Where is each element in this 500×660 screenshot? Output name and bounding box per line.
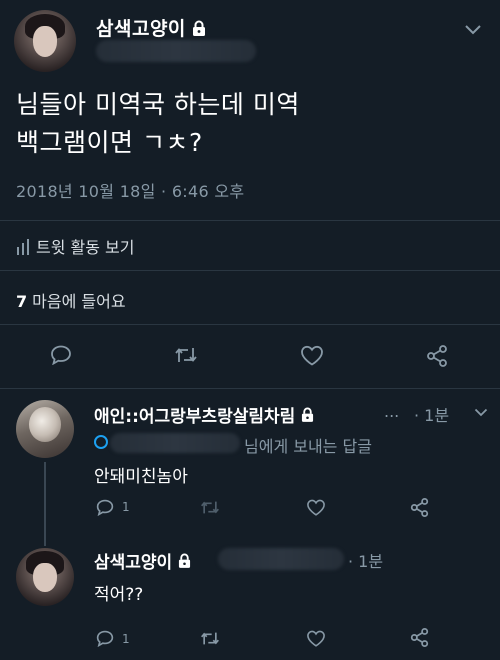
chevron-down-icon[interactable]: [474, 408, 488, 417]
share-icon[interactable]: [410, 628, 429, 647]
reply-text: 안돼미친놈아: [94, 467, 188, 487]
divider: [0, 270, 500, 271]
reply-handle-redacted: [218, 548, 344, 570]
tweet-text: 님들아 미역국 하는데 미역 백그램이면 ㄱㅊ?: [16, 86, 486, 162]
reply-to-handle-redacted: [110, 433, 240, 453]
reply-author-display-name: 삼색고양이: [94, 553, 173, 573]
tweet-text-line: 백그램이면 ㄱㅊ?: [16, 128, 203, 157]
tweet-timestamp[interactable]: 2018년 10월 18일 · 6:46 오후: [16, 178, 244, 202]
author-display-name[interactable]: 삼색고양이: [96, 18, 186, 40]
reply-icon[interactable]: [50, 345, 72, 365]
heart-icon[interactable]: [306, 499, 326, 516]
likes-count: 7: [16, 292, 28, 311]
author-name[interactable]: 삼색고양이: [96, 14, 206, 41]
reply-icon[interactable]: [96, 499, 114, 516]
lock-icon: [192, 19, 206, 41]
reply-avatar[interactable]: [16, 548, 74, 606]
thread-line: [44, 462, 46, 546]
reply-count: 1: [122, 632, 130, 646]
heart-icon[interactable]: [306, 630, 326, 647]
lock-icon: [178, 553, 191, 573]
divider: [0, 388, 500, 389]
tweet-activity-link[interactable]: 트윗 활동 보기: [16, 234, 135, 259]
reply-avatar[interactable]: [16, 400, 74, 458]
reply-to-line[interactable]: 님에게 보내는 답글: [94, 432, 474, 456]
chevron-down-icon[interactable]: [464, 24, 482, 36]
reply-author-display-name: 애인::어그랑부츠랑살림차림: [94, 407, 296, 427]
retweet-icon[interactable]: [200, 500, 220, 515]
reply-author-name[interactable]: 애인::어그랑부츠랑살림차림: [94, 402, 314, 427]
likes-label: 마음에 들어요: [32, 292, 126, 311]
bar-chart-icon: [16, 238, 30, 259]
tweet-text-line: 님들아 미역국 하는데 미역: [16, 90, 300, 119]
author-avatar[interactable]: [14, 10, 76, 72]
tweet-activity-label: 트윗 활동 보기: [36, 238, 135, 257]
reply-count: 1: [122, 500, 130, 514]
reply-to-text: 님에게 보내는 답글: [244, 437, 372, 456]
retweet-icon[interactable]: [174, 346, 198, 364]
share-icon[interactable]: [410, 498, 429, 517]
reply-icon[interactable]: [96, 630, 114, 647]
reply-time: · 1분: [414, 406, 450, 425]
mention-icon: [94, 435, 108, 449]
likes-link[interactable]: 7 마음에 들어요: [16, 288, 126, 312]
reply-text: 적어??: [94, 585, 144, 605]
reply-handle-ellipsis: ...: [384, 402, 400, 421]
divider: [0, 220, 500, 221]
lock-icon: [301, 407, 314, 427]
author-handle-redacted: [96, 40, 256, 62]
reply-author-name[interactable]: 삼색고양이: [94, 548, 191, 573]
retweet-icon[interactable]: [200, 631, 220, 646]
heart-icon[interactable]: [300, 345, 324, 366]
reply-time: · 1분: [348, 552, 384, 571]
divider: [0, 324, 500, 325]
share-icon[interactable]: [426, 345, 448, 367]
